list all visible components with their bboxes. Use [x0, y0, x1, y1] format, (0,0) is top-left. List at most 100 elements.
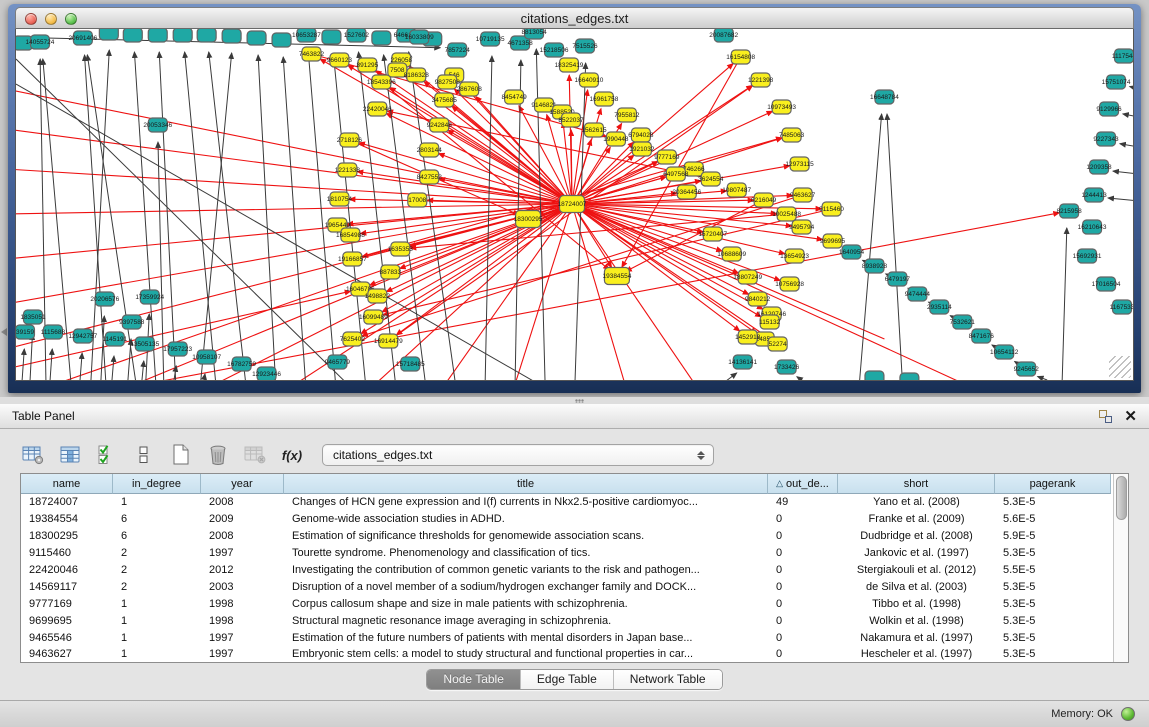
graph-node[interactable]: 16099489	[359, 310, 388, 324]
column-header-name[interactable]: name	[21, 474, 113, 494]
tab-network-table[interactable]: Network Table	[614, 670, 722, 689]
graph-node[interactable]	[222, 29, 241, 43]
graph-node[interactable]: 891295	[357, 58, 379, 72]
table-row[interactable]: 977716911998Corpus callosum shape and si…	[21, 595, 1113, 612]
graph-node[interactable]	[173, 29, 192, 42]
graph-node[interactable]: 7532621	[950, 315, 976, 329]
table-row[interactable]: 946554611997Estimation of the future num…	[21, 629, 1113, 646]
tab-edge-table[interactable]: Edge Table	[521, 670, 614, 689]
graph-node[interactable]: 2867608	[457, 82, 483, 96]
graph-node[interactable]: 1733426	[774, 360, 800, 374]
graph-node[interactable]: 7857224	[445, 43, 471, 57]
graph-node[interactable]: 1921032	[629, 142, 655, 156]
table-row[interactable]: 969969511998Structural magnetic resonanc…	[21, 612, 1113, 629]
graph-node[interactable]: 9245652	[1014, 362, 1040, 376]
graph-node[interactable]: 7463822	[299, 47, 325, 61]
new-table-icon[interactable]	[168, 442, 194, 468]
graph-node[interactable]: 16782759	[227, 357, 256, 371]
graph-node[interactable]: 12923446	[252, 367, 281, 380]
graph-node[interactable]: 10654112	[990, 345, 1019, 359]
graph-node[interactable]: 1810754	[327, 192, 353, 206]
graph-node[interactable]: 1209358	[1086, 160, 1112, 174]
minimize-button[interactable]	[45, 13, 57, 25]
graph-node[interactable]: 7515526	[572, 39, 598, 53]
graph-node[interactable]: 14136141	[728, 355, 757, 369]
graph-node[interactable]: 15692931	[1073, 249, 1102, 263]
graph-node[interactable]: 2803144	[417, 143, 443, 157]
tab-node-table[interactable]: Node Table	[427, 670, 521, 689]
graph-node[interactable]: 39159	[16, 325, 34, 339]
row-height-icon[interactable]	[131, 442, 157, 468]
table-row[interactable]: 1938455462009Genome-wide association stu…	[21, 511, 1113, 528]
graph-node[interactable]: 7485063	[779, 128, 805, 142]
graph-node[interactable]: 1635353	[388, 242, 414, 256]
graph-node[interactable]: 16210643	[1078, 220, 1107, 234]
resize-grip-icon[interactable]	[1109, 356, 1131, 378]
graph-node[interactable]	[148, 29, 167, 42]
graph-node[interactable]: 7625402	[340, 332, 366, 346]
graph-node[interactable]	[197, 29, 216, 42]
graph-node[interactable]: 9840212	[745, 292, 771, 306]
graph-node[interactable]	[900, 373, 919, 380]
graph-node[interactable]: 1452918	[735, 330, 761, 344]
graph-node[interactable]: 19166857	[338, 252, 367, 266]
graph-node[interactable]	[247, 31, 266, 45]
graph-node[interactable]: 10653287	[292, 29, 321, 42]
horizontal-splitter[interactable]	[0, 397, 1149, 404]
graph-node[interactable]	[123, 29, 142, 42]
graph-node[interactable]: 1115688	[41, 325, 66, 339]
graph-node[interactable]	[372, 31, 391, 45]
table-row[interactable]: 1830029562008Estimation of significance …	[21, 528, 1113, 545]
column-header-pagerank[interactable]: pagerank	[995, 474, 1111, 494]
memory-status-led[interactable]	[1121, 707, 1135, 721]
graph-node[interactable]: 20053346	[143, 118, 172, 132]
graph-node[interactable]: 8938928	[862, 259, 888, 273]
graph-node[interactable]: 8522037	[558, 113, 584, 127]
graph-node[interactable]: 8186328	[404, 68, 430, 82]
graph-node[interactable]: 887833	[380, 265, 402, 279]
panel-collapse-arrow-icon[interactable]	[1, 328, 7, 336]
graph-node[interactable]: 6794028	[628, 128, 654, 142]
graph-node[interactable]: 9129966	[1096, 102, 1122, 116]
graph-node[interactable]: 9495794	[789, 220, 815, 234]
graph-node[interactable]: 2718126	[337, 133, 363, 147]
graph-node[interactable]: 1990448	[603, 132, 629, 146]
graph-node[interactable]: 9699695	[820, 234, 846, 248]
table-selector-dropdown[interactable]: citations_edges.txt	[322, 444, 714, 466]
column-header-year[interactable]: year	[201, 474, 284, 494]
network-canvas[interactable]: 1872400714055724206914061065328715276026…	[15, 29, 1134, 381]
graph-node[interactable]: 1527602	[344, 29, 370, 42]
graph-node[interactable]: 115132	[759, 315, 781, 329]
graph-node[interactable]: 17359924	[135, 290, 164, 304]
graph-node[interactable]: 6497568	[663, 167, 689, 181]
graph-node[interactable]: 8215958	[1057, 204, 1083, 218]
graph-node[interactable]: 1640954	[839, 245, 865, 259]
graph-node[interactable]: 16648784	[870, 90, 899, 104]
graph-node[interactable]: 16961758	[590, 92, 619, 106]
graph-node[interactable]: 17008	[408, 193, 427, 207]
column-header-short[interactable]: short	[838, 474, 995, 494]
graph-node[interactable]: 18300295	[514, 211, 543, 228]
graph-node[interactable]: 3624554	[698, 172, 724, 186]
graph-node[interactable]: 8471676	[969, 329, 995, 343]
network-window[interactable]: citations_edges.txt 18724007140557242069…	[8, 4, 1141, 393]
graph-node[interactable]: 8813054	[521, 29, 547, 39]
graph-node[interactable]: 1117544	[1112, 49, 1133, 63]
graph-node[interactable]: 1167533	[1110, 300, 1133, 314]
table-row[interactable]: 911546021997Tourette syndrome. Phenomeno…	[21, 545, 1113, 562]
graph-node[interactable]: 8454749	[501, 90, 527, 104]
graph-node[interactable]: 10807487	[722, 183, 751, 197]
network-window-titlebar[interactable]: citations_edges.txt	[15, 7, 1134, 29]
graph-node[interactable]: 10958107	[192, 350, 221, 364]
graph-node[interactable]	[322, 30, 341, 44]
graph-node[interactable]: 9465779	[325, 355, 351, 369]
graph-node[interactable]: 9397588	[119, 315, 145, 329]
graph-node[interactable]: 8427552	[417, 170, 443, 184]
graph-node[interactable]: 1145191	[102, 332, 127, 346]
function-builder-icon[interactable]: f(x)	[279, 442, 305, 468]
column-header-in_degree[interactable]: in_degree	[113, 474, 201, 494]
graph-node[interactable]	[272, 33, 291, 47]
graph-node[interactable]: 18325419	[555, 58, 584, 72]
graph-node[interactable]: 9474444	[905, 287, 931, 301]
graph-node[interactable]: 9777169	[654, 150, 680, 164]
